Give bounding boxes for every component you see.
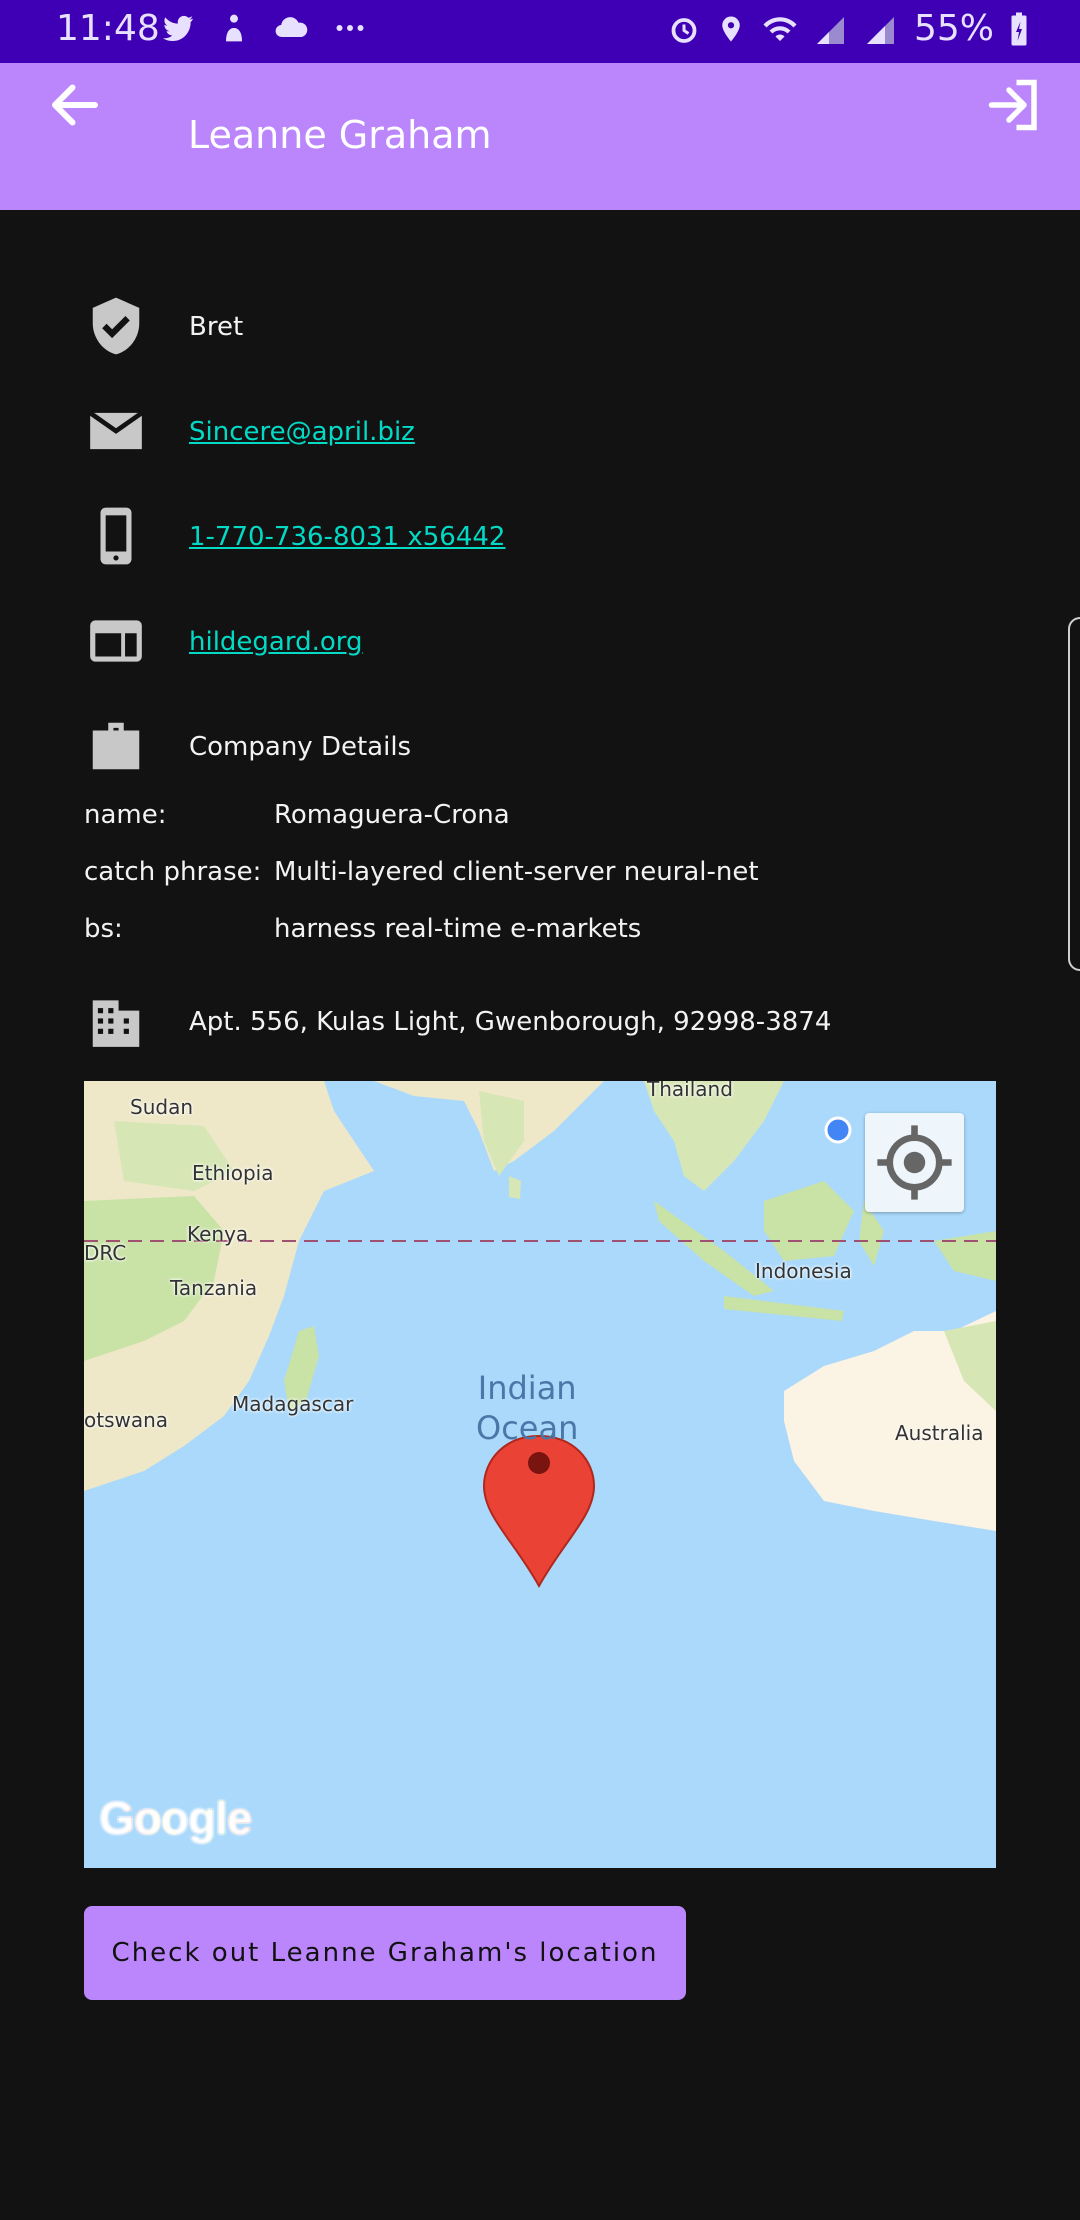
- status-time: 11:48: [56, 8, 160, 49]
- page-title: Leanne Graham: [188, 113, 492, 157]
- web-icon: [90, 620, 142, 662]
- crosshair-icon: [877, 1125, 952, 1200]
- map-label-botswana: otswana: [84, 1408, 169, 1432]
- map-label-drc: DRC: [84, 1241, 127, 1265]
- location-icon: [722, 16, 740, 41]
- company-name-value: Romaguera-Crona: [274, 800, 510, 830]
- building-icon: [92, 1000, 140, 1047]
- map-label-thailand: Thailand: [647, 1081, 733, 1101]
- catch-phrase-label: catch phrase:: [84, 857, 262, 887]
- smartphone-icon: [100, 507, 132, 565]
- logout-button[interactable]: [984, 75, 1044, 135]
- battery-charging-icon: [1011, 12, 1027, 45]
- map-label-indian-ocean: Indian Ocean: [476, 1369, 579, 1447]
- email-icon: [88, 411, 144, 450]
- signal-icon-2: [866, 16, 894, 44]
- address-text: Apt. 556, Kulas Light, Gwenborough, 9299…: [189, 1007, 832, 1037]
- twitter-icon: [163, 15, 193, 42]
- check-location-button[interactable]: Check out Leanne Graham's location: [84, 1906, 686, 2000]
- map-label-kenya: Kenya: [187, 1222, 249, 1246]
- briefcase-icon: [92, 722, 140, 770]
- edge-panel-handle[interactable]: [1068, 617, 1080, 971]
- signal-icon: [816, 16, 844, 44]
- username-text: Bret: [189, 312, 244, 342]
- website-link[interactable]: hildegard.org: [189, 627, 363, 657]
- alarm-icon: [671, 17, 697, 43]
- wifi-icon: [763, 16, 797, 41]
- email-link[interactable]: Sincere@april.biz: [189, 417, 415, 447]
- back-button[interactable]: [45, 75, 105, 135]
- phone-link[interactable]: 1-770-736-8031 x56442: [189, 522, 505, 552]
- company-name-label: name:: [84, 800, 167, 830]
- map-label-sudan: Sudan: [130, 1095, 193, 1119]
- map-label-madagascar: Madagascar: [232, 1392, 354, 1416]
- map-label-indonesia: Indonesia: [755, 1259, 852, 1283]
- google-logo: Google: [99, 1792, 252, 1844]
- map-terrain: [84, 1081, 996, 1589]
- app-bar: Leanne Graham: [0, 63, 1080, 210]
- more-notifications-icon: [336, 25, 364, 31]
- location-marker-icon: [482, 1434, 596, 1589]
- my-location-button[interactable]: [865, 1113, 964, 1212]
- catch-phrase-value: Multi-layered client-server neural-net: [274, 857, 759, 887]
- cloud-icon: [275, 17, 308, 38]
- company-heading: Company Details: [189, 732, 412, 762]
- map-label-australia: Australia: [895, 1421, 984, 1445]
- bs-label: bs:: [84, 914, 123, 944]
- bs-value: harness real-time e-markets: [274, 914, 642, 944]
- notification-app-icon: [226, 14, 242, 42]
- verified-user-icon: [92, 297, 140, 355]
- map-label-ethiopia: Ethiopia: [192, 1161, 274, 1185]
- map-view[interactable]: Sudan Thailand Ethiopia Kenya DRC Tanzan…: [84, 1081, 996, 1868]
- status-bar: 11:48 55%: [0, 0, 1080, 63]
- battery-percent: 55%: [913, 8, 994, 49]
- map-label-tanzania: Tanzania: [170, 1276, 258, 1300]
